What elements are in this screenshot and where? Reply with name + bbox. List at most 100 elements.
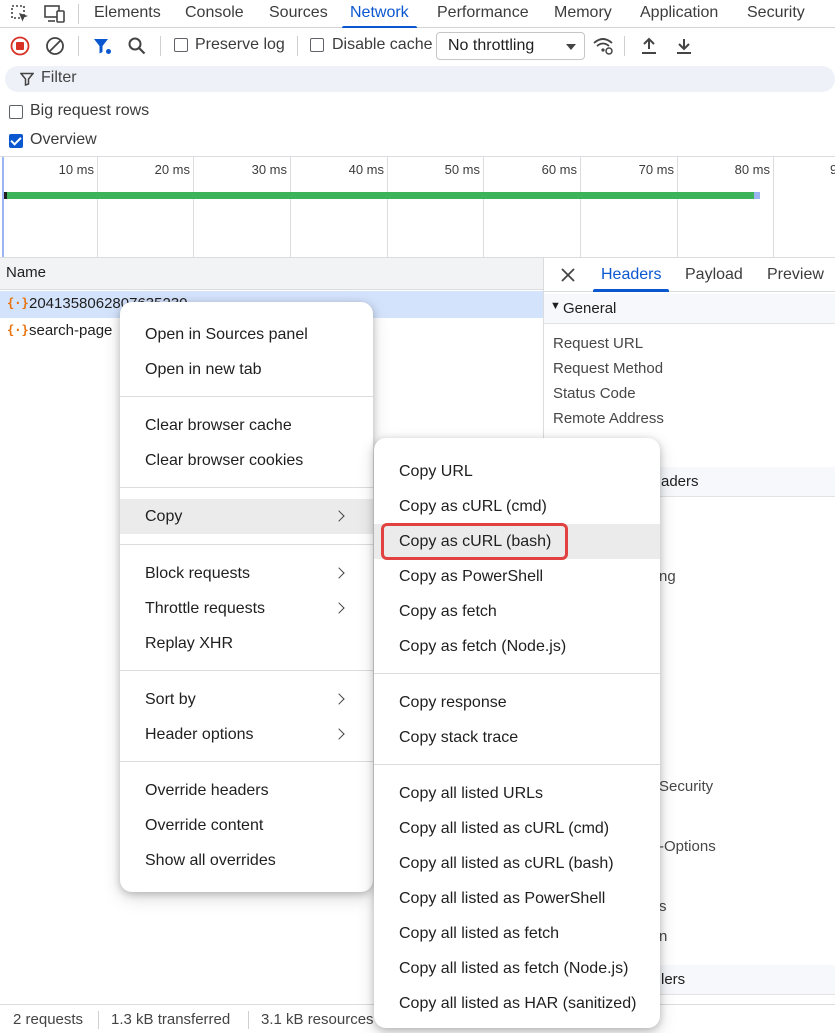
big-request-rows-label: Big request rows [30,102,150,119]
menu-item-copy-response[interactable]: Copy response [374,685,660,720]
timeline-bar-end [754,192,760,199]
timeline-overview[interactable]: 10 ms 20 ms 30 ms 40 ms 50 ms 60 ms 70 m… [0,156,835,258]
field-status-code: Status Code [553,385,636,402]
menu-item-copy-stack-trace[interactable]: Copy stack trace [374,720,660,755]
menu-item-label: Copy all listed as fetch (Node.js) [399,960,629,977]
menu-separator [120,544,373,545]
tab-security[interactable]: Security [747,0,805,28]
clear-icon[interactable] [43,34,67,58]
menu-item-label: Header options [145,726,254,743]
menu-item-block-requests[interactable]: Block requests [120,556,373,591]
menu-item-label: Clear browser cache [145,417,292,434]
tab-memory[interactable]: Memory [554,0,612,28]
menu-item-copy-all-powershell[interactable]: Copy all listed as PowerShell [374,881,660,916]
tab-payload[interactable]: Payload [685,261,743,291]
timeline-request-bar [4,192,760,199]
tab-headers[interactable]: Headers [592,261,671,292]
menu-item-copy-all-fetch[interactable]: Copy all listed as fetch [374,916,660,951]
menu-item-label: Copy as cURL (cmd) [399,498,547,515]
tab-console[interactable]: Console [185,0,244,28]
devtools-tab-bar: Elements Console Sources Network Perform… [0,0,835,29]
tab-performance[interactable]: Performance [437,0,529,28]
resources-size: 3.1 kB resources [261,1011,374,1028]
xhr-icon: {·} [7,323,29,337]
chevron-right-icon [333,510,345,522]
menu-item-override-content[interactable]: Override content [120,808,373,843]
menu-item-label: Copy as PowerShell [399,568,544,585]
menu-item-label: Override headers [145,782,269,799]
tab-application[interactable]: Application [640,0,718,28]
search-icon[interactable] [125,34,149,58]
import-har-icon[interactable] [637,34,661,58]
timeline-tick-label: 20 ms [154,162,190,177]
menu-item-clear-cache[interactable]: Clear browser cache [120,408,373,443]
menu-item-label: Copy all listed as HAR (sanitized) [399,995,637,1012]
section-fragment: lers [661,971,686,988]
timeline-tick-label: 60 ms [541,162,577,177]
tab-sources[interactable]: Sources [269,0,328,28]
device-toolbar-icon[interactable] [44,3,66,25]
menu-item-sort-by[interactable]: Sort by [120,682,373,717]
menu-separator [120,487,373,488]
menu-item-replay-xhr[interactable]: Replay XHR [120,626,373,661]
header-fragment: n [659,928,668,945]
menu-item-header-options[interactable]: Header options [120,717,373,752]
menu-item-throttle-requests[interactable]: Throttle requests [120,591,373,626]
menu-item-copy-fetch[interactable]: Copy as fetch [374,594,660,629]
preserve-log-label: Preserve log [195,36,285,53]
export-har-icon[interactable] [672,34,696,58]
request-list-header[interactable]: Name [0,258,543,290]
overview-checkbox[interactable] [9,134,23,148]
throttling-value: No throttling [448,37,535,54]
chevron-down-icon [566,44,576,50]
filter-funnel-icon[interactable] [90,34,114,58]
menu-separator [374,764,660,765]
disable-cache-checkbox[interactable] [310,38,324,52]
menu-item-label: Show all overrides [145,852,276,869]
general-section-header[interactable]: ▼ General [544,294,835,324]
menu-item-label: Block requests [145,565,250,582]
big-request-rows-checkbox[interactable] [9,105,23,119]
filter-placeholder: Filter [41,69,77,86]
timeline-tick-label: 70 ms [638,162,674,177]
menu-item-label: Clear browser cookies [145,452,304,469]
menu-item-copy-all-curl-bash[interactable]: Copy all listed as cURL (bash) [374,846,660,881]
menu-item-copy-fetch-node[interactable]: Copy as fetch (Node.js) [374,629,660,664]
menu-item-copy-url[interactable]: Copy URL [374,454,660,489]
menu-item-copy-all-fetch-node[interactable]: Copy all listed as fetch (Node.js) [374,951,660,986]
overview-label: Overview [30,131,97,148]
timeline-tick-label: 80 ms [734,162,770,177]
menu-item-show-all-overrides[interactable]: Show all overrides [120,843,373,878]
close-icon[interactable] [556,263,580,287]
menu-item-label: Open in new tab [145,361,262,378]
general-section-title: General [563,300,617,317]
preserve-log-checkbox[interactable] [174,38,188,52]
menu-item-copy[interactable]: Copy [120,499,373,534]
menu-item-label: Copy stack trace [399,729,519,746]
context-menu: Open in Sources panel Open in new tab Cl… [120,302,373,892]
menu-item-copy-all-urls[interactable]: Copy all listed URLs [374,776,660,811]
tab-elements[interactable]: Elements [94,0,161,28]
menu-item-label: Copy as fetch [399,603,497,620]
request-name: search-page [29,322,113,339]
menu-item-label: Copy URL [399,463,473,480]
tab-preview[interactable]: Preview [767,261,824,291]
menu-item-copy-all-curl-cmd[interactable]: Copy all listed as cURL (cmd) [374,811,660,846]
menu-item-copy-curl-cmd[interactable]: Copy as cURL (cmd) [374,489,660,524]
network-conditions-icon[interactable] [591,34,615,58]
tab-network[interactable]: Network [342,0,417,29]
menu-item-clear-cookies[interactable]: Clear browser cookies [120,443,373,478]
menu-item-copy-all-har[interactable]: Copy all listed as HAR (sanitized) [374,986,660,1021]
filter-input[interactable]: Filter [5,66,835,92]
inspect-element-icon[interactable] [9,3,31,25]
record-stop-icon[interactable] [8,34,32,58]
menu-item-open-in-new-tab[interactable]: Open in new tab [120,352,373,387]
menu-separator [120,761,373,762]
menu-separator [374,673,660,674]
menu-item-open-in-sources[interactable]: Open in Sources panel [120,317,373,352]
chevron-right-icon [333,567,345,579]
throttling-select[interactable]: No throttling [436,32,585,60]
menu-item-label: Copy response [399,694,507,711]
menu-item-copy-powershell[interactable]: Copy as PowerShell [374,559,660,594]
menu-item-override-headers[interactable]: Override headers [120,773,373,808]
